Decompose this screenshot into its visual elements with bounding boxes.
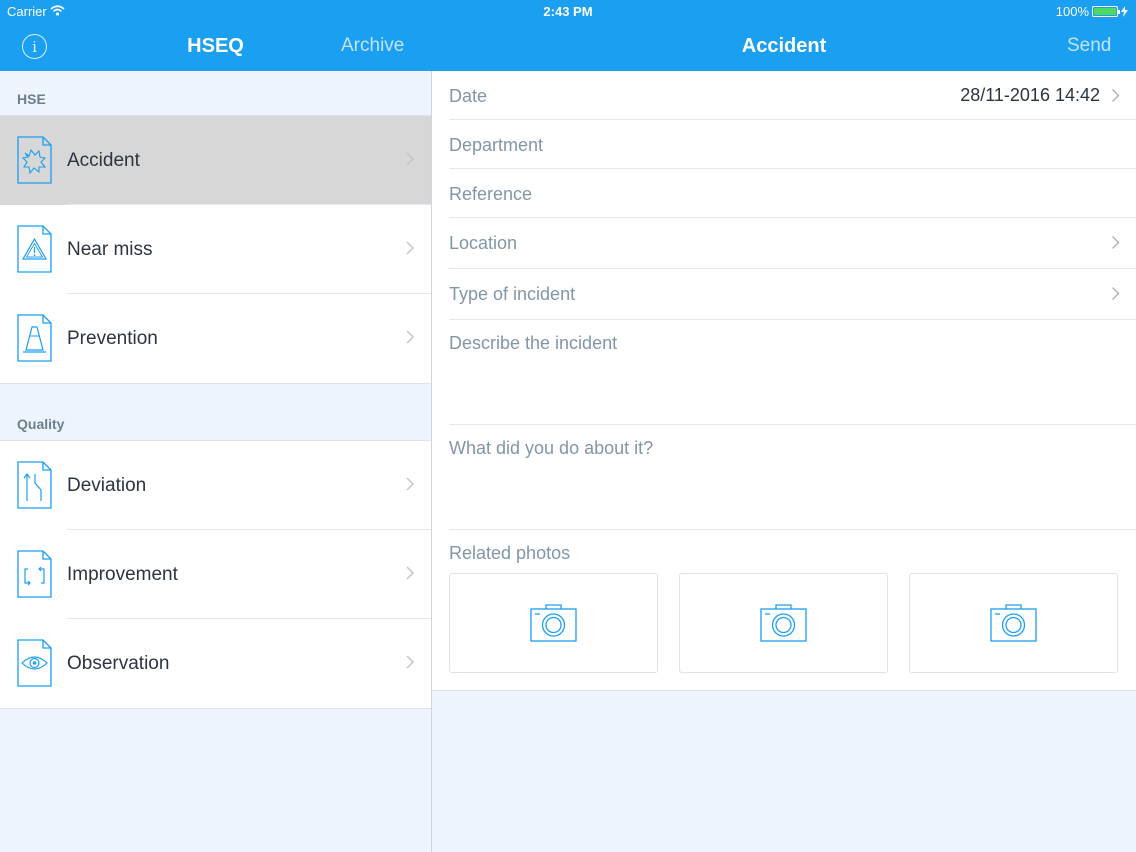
warning-doc-icon <box>17 225 52 273</box>
reference-field[interactable]: Reference <box>449 169 1136 218</box>
location-label: Location <box>449 233 518 253</box>
cone-doc-icon <box>17 314 52 362</box>
list-item-label: Accident <box>67 149 140 171</box>
chevron-right-icon <box>1112 89 1120 102</box>
navigation-bar: Carrier 2:43 PM 100% i HSEQ Archive Acci… <box>0 0 1136 71</box>
camera-icon <box>990 604 1037 642</box>
accident-form: Date 28/11-2016 14:42 Department Referen… <box>432 71 1136 691</box>
location-row[interactable]: Location <box>449 218 1136 269</box>
add-photo-button[interactable] <box>449 573 658 673</box>
type-of-incident-row[interactable]: Type of incident <box>449 269 1136 320</box>
department-label: Department <box>449 135 544 155</box>
chevron-right-icon <box>406 330 415 344</box>
master-pane: HSE Accident Near miss Prevention Qualit… <box>0 71 431 852</box>
accident-doc-icon <box>17 136 52 184</box>
describe-incident-label: Describe the incident <box>449 333 618 353</box>
charging-icon <box>1121 6 1128 17</box>
status-time: 2:43 PM <box>543 4 593 19</box>
list-item-label: Prevention <box>67 327 158 349</box>
list-item-label: Observation <box>67 652 170 674</box>
chevron-right-icon <box>406 152 415 166</box>
action-taken-label: What did you do about it? <box>449 438 654 458</box>
chevron-right-icon <box>406 566 415 580</box>
quality-list: Deviation Improvement Observation <box>0 440 431 709</box>
related-photos <box>432 573 1136 690</box>
battery-percent: 100% <box>1055 4 1089 19</box>
chevron-right-icon <box>1112 287 1120 300</box>
add-photo-button[interactable] <box>909 573 1118 673</box>
list-item-near-miss[interactable]: Near miss <box>0 205 431 294</box>
camera-icon <box>760 604 807 642</box>
describe-incident-field[interactable]: Describe the incident <box>449 320 1136 425</box>
chevron-right-icon <box>406 241 415 255</box>
list-item-observation[interactable]: Observation <box>0 619 431 708</box>
list-item-deviation[interactable]: Deviation <box>0 441 431 530</box>
improvement-doc-icon <box>17 550 52 598</box>
status-battery: 100% <box>1056 4 1128 19</box>
add-photo-button[interactable] <box>679 573 888 673</box>
action-taken-field[interactable]: What did you do about it? <box>449 425 1136 530</box>
date-row[interactable]: Date 28/11-2016 14:42 <box>449 71 1136 120</box>
battery-icon <box>1092 6 1120 17</box>
list-item-improvement[interactable]: Improvement <box>0 530 431 619</box>
section-header-quality: Quality <box>17 416 65 432</box>
section-header-hse: HSE <box>17 91 46 107</box>
list-item-accident[interactable]: Accident <box>0 116 431 205</box>
detail-title: Accident <box>741 35 827 57</box>
chevron-right-icon <box>406 655 415 669</box>
deviation-doc-icon <box>17 461 52 509</box>
eye-doc-icon <box>17 639 52 687</box>
related-photos-label: Related photos <box>449 543 571 563</box>
date-value: 28/11-2016 14:42 <box>960 85 1100 105</box>
hse-list: Accident Near miss Prevention <box>0 115 431 384</box>
date-label: Date <box>449 86 488 106</box>
archive-button[interactable]: Archive <box>341 35 404 57</box>
list-item-label: Near miss <box>67 238 153 260</box>
detail-pane: Date 28/11-2016 14:42 Department Referen… <box>432 71 1136 852</box>
camera-icon <box>530 604 577 642</box>
department-field[interactable]: Department <box>449 120 1136 169</box>
list-item-label: Improvement <box>67 563 178 585</box>
list-item-prevention[interactable]: Prevention <box>0 294 431 383</box>
reference-label: Reference <box>449 184 533 204</box>
type-of-incident-label: Type of incident <box>449 284 576 304</box>
list-item-label: Deviation <box>67 474 147 496</box>
chevron-right-icon <box>1112 236 1120 249</box>
chevron-right-icon <box>406 477 415 491</box>
send-button[interactable]: Send <box>1067 35 1111 57</box>
